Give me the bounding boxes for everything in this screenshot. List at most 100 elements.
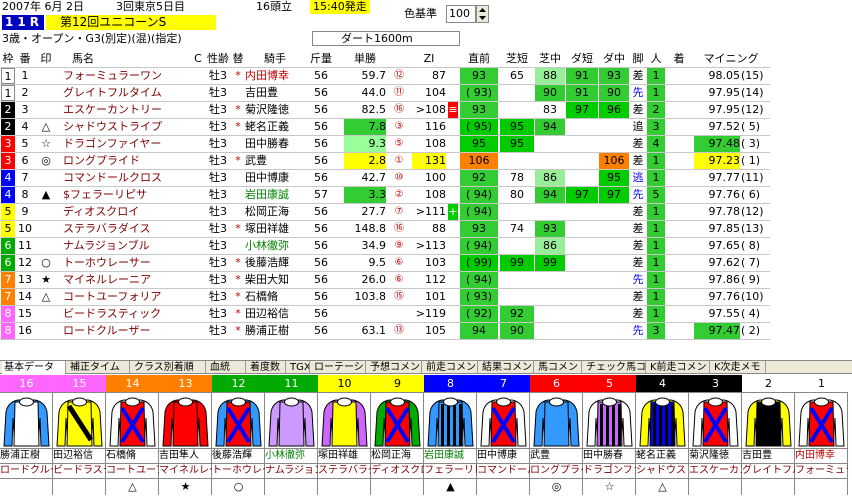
column-header-kae[interactable]: 替 xyxy=(232,51,244,67)
column-header-cho[interactable]: 直前 xyxy=(460,51,498,67)
tab-1[interactable]: 補正タイム xyxy=(68,361,130,374)
silk-column[interactable]: 1 内田博幸フォーミュラ xyxy=(795,375,848,495)
cell-sh xyxy=(500,272,534,288)
table-row[interactable]: 4 7 コマンドールクロス 牡3 田中博康 56 42.7 ⑩ 100 92 78 86 95 逃 1 97.… xyxy=(0,170,770,186)
column-header-name[interactable]: 馬名 xyxy=(60,51,190,67)
column-header-mark[interactable]: 印 xyxy=(34,51,58,67)
cell-sexage: 牡3 xyxy=(209,222,227,235)
column-header-kyaku[interactable]: 脚 xyxy=(630,51,646,67)
tab-6[interactable]: ローテーション xyxy=(312,361,366,374)
table-row[interactable]: 4 8 ▲ $フェラーリピサ 牡3 岩田康誠 57 3.3 ② 108( 94) 80 94 97 97 先… xyxy=(0,187,770,203)
tab-10[interactable]: 馬コメント xyxy=(536,361,582,374)
table-row[interactable]: 5 10 ステラバラダイス 牡3 * 塚田祥雄 56 148.8 ⑯ 88 93 74 93 差 1 97.8… xyxy=(0,221,770,237)
cell-name[interactable]: ビードラスティック xyxy=(60,306,190,322)
table-row[interactable]: 1 2 グレイトフルタイム 牡3 吉田豊 56 44.0 ⑪ 104( 93) 90 91 90 先 1 9… xyxy=(0,85,770,101)
cell-nin: 1 xyxy=(647,255,665,271)
silk-column[interactable]: 15 田辺裕信ビードラスティ xyxy=(53,375,106,495)
table-row[interactable]: 8 16 ロードクルーザー 牡3 * 勝浦正樹 56 63.1 ⑬ 105 94 90 先 3 97.47(… xyxy=(0,323,770,339)
table-row[interactable]: 3 6 ◎ ロングプライド 牡3 * 武豊 56 2.8 ① 131 106 106 差 1 97.23( 1… xyxy=(0,153,770,169)
column-header-sh[interactable]: 芝短 xyxy=(500,51,534,67)
column-header-ds[interactable]: ダ短 xyxy=(566,51,598,67)
silk-column[interactable]: 5 田中勝春ドラゴンファ☆ xyxy=(583,375,636,495)
silk-column[interactable]: 10 塚田祥雄ステラバラダ xyxy=(318,375,371,495)
table-row[interactable]: 2 3 エスケーカントリー 牡3 * 菊沢隆徳 56 82.5 ⑯ >108 ≡ 93 83 97 96 差 2… xyxy=(0,102,770,118)
column-header-sexage[interactable]: 性齢 xyxy=(205,51,231,67)
tab-12[interactable]: K前走コメント xyxy=(648,361,710,374)
cell-name[interactable]: $フェラーリピサ xyxy=(60,187,190,203)
cell-name[interactable]: ロングプライド xyxy=(60,153,190,169)
tab-4[interactable]: 着度数 xyxy=(248,361,286,374)
cell-name[interactable]: ディオスクロイ xyxy=(60,204,190,220)
table-row[interactable]: 1 1 フォーミュラーワン 牡3 * 内田博幸 56 59.7 ⑫ 87 93 65 88 91 93 差 1 9… xyxy=(0,68,770,84)
table-row[interactable]: 6 11 ナムラジョンブル 牡3 小林徹弥 56 34.9 ⑨ >113 ( 94) 86 差 1 97.… xyxy=(0,238,770,254)
column-header-odds[interactable]: 単勝 xyxy=(344,51,386,67)
tab-13[interactable]: K次走メモ xyxy=(712,361,766,374)
cell-pop xyxy=(389,306,409,322)
tab-9[interactable]: 結果コメント xyxy=(480,361,534,374)
table-row[interactable]: 5 9 ディオスクロイ 牡3 松岡正海 56 27.7 ⑦ >111 +( 94) 差 1 97.78(… xyxy=(0,204,770,220)
tab-0[interactable]: 基本データ xyxy=(2,361,66,374)
silk-column[interactable]: 14 石橋脩コートユーフ△ xyxy=(106,375,159,495)
cell-sh xyxy=(500,238,534,254)
table-row[interactable]: 2 4 △ シャドウストライプ 牡3 * 蛯名正義 56 7.8 ③ 116 ( 95) 95 94 追 3 9… xyxy=(0,119,770,135)
cell-c xyxy=(192,136,204,152)
cell-name[interactable]: グレイトフルタイム xyxy=(60,85,190,101)
cell-name[interactable]: ステラバラダイス xyxy=(60,221,190,237)
column-header-ban[interactable]: 番 xyxy=(16,51,34,67)
silk-column[interactable]: 9 松岡正海ディオスクロ xyxy=(371,375,424,495)
cell-name[interactable]: コマンドールクロス xyxy=(60,170,190,186)
cell-name[interactable]: マイネルレーニア xyxy=(60,272,190,288)
column-header-mining[interactable]: マイニング xyxy=(694,51,768,67)
cell-kae: * xyxy=(235,222,241,235)
silk-column[interactable]: 4 蛯名正義シャドウスト△ xyxy=(636,375,689,495)
table-row[interactable]: 3 5 ☆ ドラゴンファイヤー 牡3 田中勝春 56 9.3 ⑤ 108 95 95 差 4 97.48( … xyxy=(0,136,770,152)
cell-name[interactable]: ロードクルーザー xyxy=(60,323,190,339)
cell-kin: 56 xyxy=(314,86,328,99)
cell-name[interactable]: ナムラジョンブル xyxy=(60,238,190,254)
cell-name[interactable]: トーホウレーサー xyxy=(60,255,190,271)
column-header-c[interactable]: C xyxy=(192,51,204,67)
silk-column[interactable]: 6 武豊ロングプライ◎ xyxy=(530,375,583,495)
cell-sm: 88 xyxy=(535,68,565,84)
cell-name[interactable]: ドラゴンファイヤー xyxy=(60,136,190,152)
jockey-silk-icon xyxy=(745,397,792,447)
tab-3[interactable]: 血統 xyxy=(208,361,246,374)
table-row[interactable]: 7 14 △ コートユーフォリア 牡3 * 石橋脩 56 103.8 ⑮ 101 ( 93) 差 1 97.… xyxy=(0,289,770,305)
cell-zim xyxy=(448,170,458,186)
silk-column[interactable]: 3 菊沢隆徳エスケーカン xyxy=(689,375,742,495)
silk-column[interactable]: 2 吉田豊グレイトフル xyxy=(742,375,795,495)
cell-name[interactable]: シャドウストライプ xyxy=(60,119,190,135)
table-row[interactable]: 6 12 ○ トーホウレーサー 牡3 * 後藤浩輝 56 9.5 ⑥ 103( 99) 99 99 差 1 9… xyxy=(0,255,770,271)
column-header-dm[interactable]: ダ中 xyxy=(599,51,629,67)
color-std-input[interactable]: 100 xyxy=(446,5,476,23)
table-row[interactable]: 7 13 ★ マイネルレーニア 牡3 * 柴田大知 56 26.0 ⑥ 112 ( 94) 先 1 97.8… xyxy=(0,272,770,288)
silk-column[interactable]: 13 吉田隼人マイネルレー★ xyxy=(159,375,212,495)
tab-11[interactable]: チェック馬コメント xyxy=(584,361,646,374)
cell-name[interactable]: フォーミュラーワン xyxy=(60,68,190,84)
silk-column[interactable]: 16 勝浦正樹ロードクルーザ xyxy=(0,375,53,495)
column-header-nin[interactable]: 人 xyxy=(647,51,665,67)
tab-7[interactable]: 予想コメント xyxy=(368,361,422,374)
column-header-kin[interactable]: 斤量 xyxy=(307,51,335,67)
column-header-waku[interactable]: 枠 xyxy=(1,51,15,67)
cell-ds xyxy=(566,272,598,288)
column-header-jockey[interactable]: 騎手 xyxy=(245,51,305,67)
silk-column[interactable]: 11 小林徹弥ナムラジョン xyxy=(265,375,318,495)
column-header-zi[interactable]: ZI xyxy=(412,51,446,67)
silk-column[interactable]: 8 岩田康誠フェラーリピサ▲ xyxy=(424,375,477,495)
cell-pop: ⑫ xyxy=(394,70,404,81)
silk-column[interactable]: 7 田中博康コマンドール xyxy=(477,375,530,495)
silk-column[interactable]: 12 後藤浩輝トーホウレー○ xyxy=(212,375,265,495)
cell-name[interactable]: コートユーフォリア xyxy=(60,289,190,305)
tab-8[interactable]: 前走コメント xyxy=(424,361,478,374)
color-std-spinner[interactable] xyxy=(476,5,489,23)
tab-5[interactable]: TGX xyxy=(288,361,310,374)
column-header-chaku[interactable]: 着 xyxy=(666,51,692,67)
cell-dm xyxy=(599,221,629,237)
table-row[interactable]: 8 15 ビードラスティック 牡3 * 田辺裕信 56 >119 ( 92) 92 差 1 97.55(… xyxy=(0,306,770,322)
cell-name[interactable]: エスケーカントリー xyxy=(60,102,190,118)
cell-zi: >119 xyxy=(415,307,446,320)
silk-number: 7 xyxy=(477,375,530,393)
column-header-sm[interactable]: 芝中 xyxy=(535,51,565,67)
tab-2[interactable]: クラス別着順 xyxy=(132,361,206,374)
